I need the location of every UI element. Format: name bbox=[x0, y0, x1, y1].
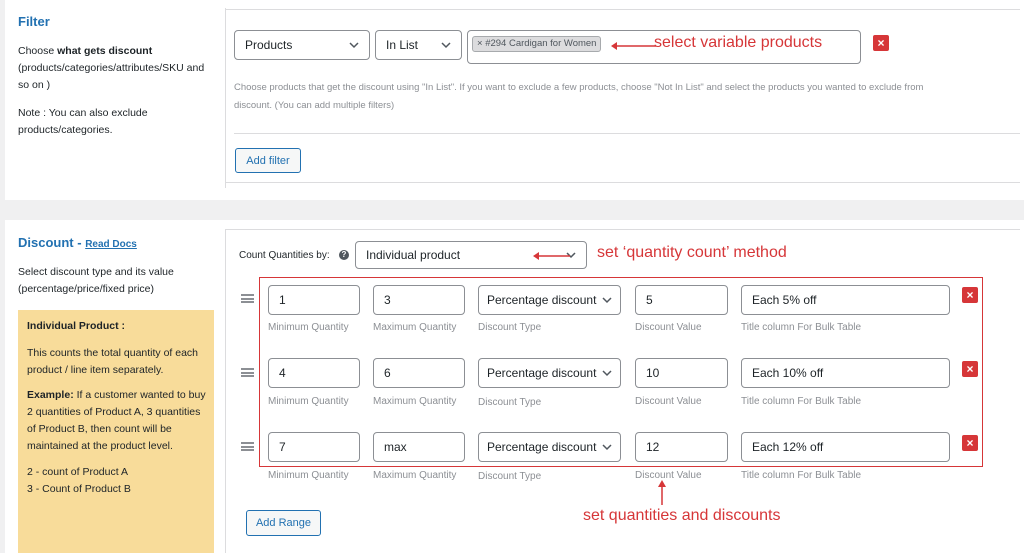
chevron-down-icon bbox=[602, 297, 612, 304]
add-range-button[interactable]: Add Range bbox=[246, 510, 321, 536]
help-icon[interactable]: ? bbox=[339, 250, 349, 260]
min-quantity-label: Minimum Quantity bbox=[268, 470, 349, 481]
info-line-1: 2 - count of Product A bbox=[27, 466, 128, 478]
count-quantities-value: Individual product bbox=[366, 248, 461, 262]
discount-type-value: Percentage discount bbox=[487, 366, 597, 380]
bulk-title-label: Title column For Bulk Table bbox=[741, 470, 862, 481]
discount-divider bbox=[225, 229, 226, 553]
filter-inner-divider bbox=[234, 133, 1020, 134]
discount-title-text: Discount bbox=[18, 235, 74, 250]
discount-title-sep: - bbox=[73, 235, 86, 250]
bulk-title-input[interactable]: Each 10% off bbox=[741, 358, 950, 388]
filter-type-select[interactable]: Products bbox=[234, 30, 370, 60]
remove-range-button[interactable]: × bbox=[962, 435, 978, 451]
discount-type-value: Percentage discount bbox=[487, 440, 597, 454]
filter-desc-bold: what gets discount bbox=[57, 45, 153, 57]
discount-type-value: Percentage discount bbox=[487, 293, 597, 307]
min-quantity-label: Minimum Quantity bbox=[268, 396, 349, 407]
discount-type-label: Discount Type bbox=[478, 397, 542, 408]
annotation-variable-products: select variable products bbox=[654, 34, 823, 51]
filter-title: Filter bbox=[18, 14, 50, 29]
max-quantity-input[interactable]: 3 bbox=[373, 285, 465, 315]
filter-type-value: Products bbox=[245, 38, 293, 52]
discount-type-select[interactable]: Percentage discount bbox=[478, 358, 621, 388]
discount-box-top bbox=[225, 229, 1020, 230]
info-heading: Individual Product : bbox=[27, 320, 126, 332]
chevron-down-icon bbox=[602, 444, 612, 451]
bulk-title-label: Title column For Bulk Table bbox=[741, 396, 862, 407]
filter-method-value: In List bbox=[386, 38, 419, 52]
tag-remove-icon[interactable]: × bbox=[477, 38, 483, 49]
max-quantity-label: Maximum Quantity bbox=[373, 470, 457, 481]
filter-desc-post: (products/categories/attributes/SKU and … bbox=[18, 62, 205, 91]
remove-range-button[interactable]: × bbox=[962, 287, 978, 303]
tag-label: #294 Cardigan for Women bbox=[485, 38, 597, 49]
drag-handle-icon[interactable] bbox=[241, 442, 254, 451]
drag-handle-icon[interactable] bbox=[241, 368, 254, 377]
info-example-label: Example: bbox=[27, 389, 74, 401]
discount-description: Select discount type and its value (perc… bbox=[18, 266, 174, 295]
individual-product-info: Individual Product : This counts the tot… bbox=[18, 310, 214, 553]
min-quantity-input[interactable]: 4 bbox=[268, 358, 360, 388]
drag-handle-icon[interactable] bbox=[241, 294, 254, 303]
discount-type-select[interactable]: Percentage discount bbox=[478, 285, 621, 315]
discount-value-label: Discount Value bbox=[635, 322, 702, 333]
filter-note: Note : You can also exclude products/cat… bbox=[18, 107, 148, 136]
min-quantity-input[interactable]: 1 bbox=[268, 285, 360, 315]
discount-title: Discount - Read Docs bbox=[18, 235, 137, 250]
remove-range-button[interactable]: × bbox=[962, 361, 978, 377]
max-quantity-label: Maximum Quantity bbox=[373, 396, 457, 407]
add-filter-button[interactable]: Add filter bbox=[235, 148, 301, 173]
max-quantity-input[interactable]: max bbox=[373, 432, 465, 462]
info-example: Example: If a customer wanted to buy 2 q… bbox=[27, 387, 206, 455]
remove-filter-button[interactable]: × bbox=[873, 35, 889, 51]
info-line-2: 3 - Count of Product B bbox=[27, 483, 131, 495]
filter-method-select[interactable]: In List bbox=[375, 30, 462, 60]
min-quantity-label: Minimum Quantity bbox=[268, 322, 349, 333]
max-quantity-input[interactable]: 6 bbox=[373, 358, 465, 388]
discount-type-label: Discount Type bbox=[478, 322, 542, 333]
discount-value-input[interactable]: 5 bbox=[635, 285, 728, 315]
filter-divider bbox=[225, 8, 226, 188]
filter-box-top bbox=[225, 9, 1020, 10]
discount-value-label: Discount Value bbox=[635, 396, 702, 407]
selected-product-tag[interactable]: × #294 Cardigan for Women bbox=[472, 36, 602, 52]
bulk-title-input[interactable]: Each 5% off bbox=[741, 285, 950, 315]
filter-help-text: Choose products that get the discount us… bbox=[234, 79, 1019, 115]
annotation-quantity-count: set ‘quantity count’ method bbox=[597, 244, 787, 261]
help-line-2: discount. (You can add multiple filters) bbox=[234, 100, 395, 111]
annotation-quantities: set quantities and discounts bbox=[583, 507, 781, 524]
chevron-down-icon bbox=[349, 42, 359, 49]
discount-value-input[interactable]: 10 bbox=[635, 358, 728, 388]
discount-value-label: Discount Value bbox=[635, 470, 702, 481]
filter-description: Choose what gets discount (products/cate… bbox=[18, 43, 208, 94]
max-quantity-label: Maximum Quantity bbox=[373, 322, 457, 333]
chevron-down-icon bbox=[602, 370, 612, 377]
read-docs-link[interactable]: Read Docs bbox=[85, 239, 137, 250]
info-paragraph: This counts the total quantity of each p… bbox=[27, 347, 199, 376]
filter-desc-pre: Choose bbox=[18, 45, 58, 57]
annotation-arrow-icon bbox=[611, 42, 656, 50]
help-line-1: Choose products that get the discount us… bbox=[234, 82, 924, 93]
count-quantities-label: Count Quantities by: bbox=[239, 250, 330, 261]
filter-box-bottom bbox=[225, 182, 1020, 183]
min-quantity-input[interactable]: 7 bbox=[268, 432, 360, 462]
annotation-arrow-icon bbox=[658, 480, 666, 505]
annotation-arrow-icon bbox=[533, 252, 570, 260]
chevron-down-icon bbox=[441, 42, 451, 49]
discount-type-label: Discount Type bbox=[478, 471, 542, 482]
discount-type-select[interactable]: Percentage discount bbox=[478, 432, 621, 462]
discount-value-input[interactable]: 12 bbox=[635, 432, 728, 462]
bulk-title-label: Title column For Bulk Table bbox=[741, 322, 862, 333]
bulk-title-input[interactable]: Each 12% off bbox=[741, 432, 950, 462]
